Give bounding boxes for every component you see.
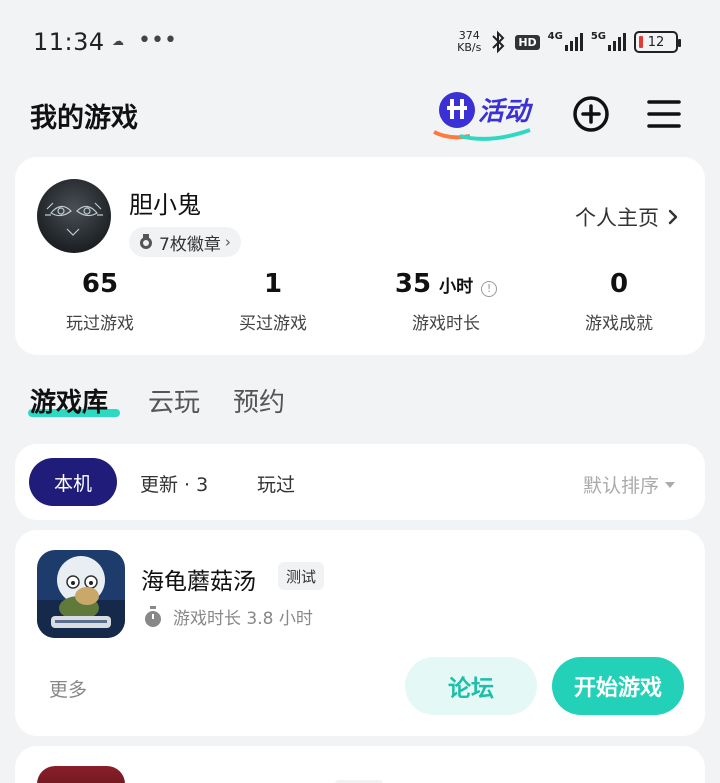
info-icon[interactable]: ! (481, 281, 498, 297)
game-card[interactable] (15, 746, 705, 783)
activity-badge[interactable]: 活动 (430, 86, 542, 142)
stat-unit: 小时 (439, 277, 474, 297)
test-tag: 测试 (278, 562, 325, 590)
hd-badge: HD (515, 34, 540, 50)
profile-card: 胆小鬼 7枚徽章 › 个人主页 65 玩过游戏 1 买过游戏 35 小时 ! 游… (15, 157, 705, 355)
stat-label: 游戏时长 (412, 314, 480, 334)
sort-dropdown[interactable]: 默认排序 (583, 471, 675, 498)
stat-play-time[interactable]: 35 小时 ! 游戏时长 (366, 269, 526, 334)
signal-icon (608, 33, 626, 51)
stat-label: 游戏成就 (585, 314, 653, 334)
menu-icon[interactable] (646, 96, 682, 132)
activity-label: 活动 (478, 97, 534, 127)
stat-label: 买过游戏 (239, 314, 307, 334)
stat-played-games[interactable]: 65 玩过游戏 (20, 269, 180, 334)
profile-link[interactable]: 个人主页 (575, 202, 679, 232)
stat-achievements[interactable]: 0 游戏成就 (539, 269, 699, 334)
stat-value: 65 (81, 269, 119, 299)
tab-reservations[interactable]: 预约 (233, 382, 285, 419)
network-5g-label: 5G (590, 30, 606, 42)
bluetooth-icon (492, 30, 505, 54)
stat-value: 1 (263, 269, 283, 299)
tab-cloud-play[interactable]: 云玩 (148, 382, 200, 419)
more-dots: ••• (138, 28, 177, 53)
battery-fill (639, 36, 643, 48)
filter-chip-played[interactable]: 玩过 (257, 470, 295, 497)
game-title: 海龟蘑菇汤 (141, 569, 256, 595)
playtime-label: 游戏时长 3.8 小时 (173, 609, 313, 629)
avatar[interactable] (37, 179, 111, 253)
more-button[interactable]: 更多 (49, 675, 87, 702)
stat-bought-games[interactable]: 1 买过游戏 (193, 269, 353, 334)
game-icon[interactable] (37, 550, 125, 638)
start-game-button[interactable]: 开始游戏 (552, 657, 684, 715)
filter-bar: 本机 更新 · 3 玩过 默认排序 (15, 444, 705, 520)
page-title: 我的游戏 (30, 103, 138, 134)
medal-icon (140, 234, 152, 249)
sort-label: 默认排序 (582, 475, 659, 497)
add-icon[interactable] (571, 94, 611, 134)
caret-down-icon (665, 481, 675, 488)
network-4g-label: 4G (547, 30, 563, 42)
avatar-image (45, 202, 103, 236)
profile-link-label: 个人主页 (575, 206, 659, 230)
battery-icon: 12 (634, 31, 681, 53)
status-bar: 11:34 ☁ ••• 374 KB/s HD 4G 5G 12 (0, 0, 720, 86)
status-icons: 374 KB/s HD 4G 5G 12 (457, 30, 681, 54)
filter-chip-updates[interactable]: 更新 · 3 (140, 470, 208, 497)
username: 胆小鬼 (129, 191, 201, 219)
forum-button[interactable]: 论坛 (405, 657, 537, 715)
tab-game-library[interactable]: 游戏库 (30, 382, 108, 419)
stat-value: 35 (394, 269, 432, 299)
cloud-icon: ☁ (112, 34, 124, 48)
notification-dots: ☁ ••• (112, 28, 177, 53)
game-icon[interactable] (37, 766, 125, 783)
badge-count-chip[interactable]: 7枚徽章 › (129, 227, 241, 257)
net-speed: 374 KB/s (457, 30, 481, 54)
game-playtime: 游戏时长 3.8 小时 (143, 604, 313, 629)
chevron-right-icon: › (224, 233, 231, 251)
chevron-right-icon (668, 209, 678, 225)
battery-level: 12 (647, 34, 665, 50)
stat-label: 玩过游戏 (66, 314, 134, 334)
game-card[interactable]: 海龟蘑菇汤 测试 游戏时长 3.8 小时 更多 论坛 开始游戏 (15, 530, 705, 736)
net-speed-unit: KB/s (457, 41, 482, 54)
status-time: 11:34 (33, 28, 105, 56)
stopwatch-icon (145, 605, 161, 627)
signal-icon (564, 33, 583, 51)
badge-count-label: 7枚徽章 (159, 234, 221, 255)
stat-value: 0 (609, 269, 629, 299)
filter-chip-local[interactable]: 本机 (29, 458, 117, 506)
